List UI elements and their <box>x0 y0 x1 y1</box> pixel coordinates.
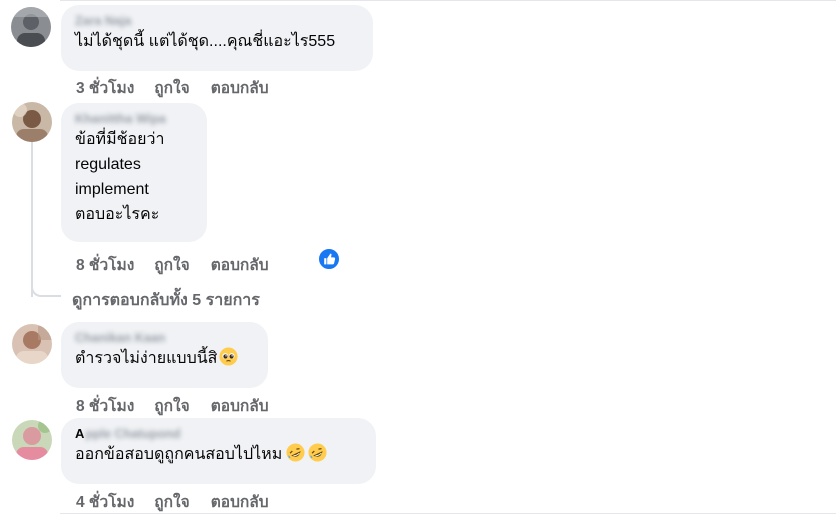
avatar[interactable] <box>12 420 52 460</box>
rofl-icon <box>286 443 305 462</box>
like-button[interactable]: ถูกใจ <box>154 252 189 277</box>
comment-text-body: ตำรวจไม่ง่ายแบบนี้สิ <box>75 350 218 367</box>
comment-timestamp[interactable]: 8 ชั่วโมง <box>76 252 134 277</box>
comment-actions: 8 ชั่วโมง ถูกใจ ตอบกลับ <box>76 252 289 277</box>
reply-button[interactable]: ตอบกลับ <box>211 489 269 514</box>
comment-timestamp[interactable]: 4 ชั่วโมง <box>76 489 134 514</box>
avatar[interactable] <box>12 324 52 364</box>
comment-author-row: A pple Chatupond <box>75 426 364 442</box>
comment-author-initial[interactable]: A <box>75 426 84 442</box>
comment-text: ออกข้อสอบดูถูกคนสอบไปไหม <box>75 442 364 467</box>
comment-author[interactable]: Chanikan Kaan <box>75 330 256 346</box>
comment-text-line: regulates <box>75 156 141 173</box>
comment-actions: 4 ชั่วโมง ถูกใจ ตอบกลับ <box>76 489 289 514</box>
rofl-icon <box>308 443 327 462</box>
comment-timestamp[interactable]: 3 ชั่วโมง <box>76 75 134 100</box>
divider-bottom <box>60 513 836 514</box>
comment-actions: 3 ชั่วโมง ถูกใจ ตอบกลับ <box>76 75 289 100</box>
comment-author[interactable]: pple Chatupond <box>85 426 180 442</box>
pleading-face-icon <box>219 347 238 366</box>
comment-timestamp[interactable]: 8 ชั่วโมง <box>76 393 134 418</box>
like-reaction-icon[interactable] <box>318 248 340 270</box>
reply-thread-hook <box>31 283 61 297</box>
comment-bubble: Zara Naja ไม่ได้ชุดนี้ แต่ได้ชุด....คุณช… <box>61 5 373 71</box>
comment-text-line: ข้อที่มีช้อยว่า <box>75 131 165 148</box>
reply-thread-line <box>31 142 33 297</box>
like-button[interactable]: ถูกใจ <box>154 489 189 514</box>
comment-bubble: Khanittha Wipa ข้อที่มีช้อยว่า regulates… <box>61 103 207 242</box>
avatar[interactable] <box>11 7 51 47</box>
like-button[interactable]: ถูกใจ <box>154 75 189 100</box>
avatar[interactable] <box>12 102 52 142</box>
like-button[interactable]: ถูกใจ <box>154 393 189 418</box>
comment-text-body: ออกข้อสอบดูถูกคนสอบไปไหม <box>75 446 283 463</box>
comment-text: ไม่ได้ชุดนี้ แต่ได้ชุด....คุณชี่แอะไร555 <box>75 33 336 50</box>
divider-top <box>60 0 836 1</box>
view-replies-link[interactable]: ดูการตอบกลับทั้ง 5 รายการ <box>72 288 260 313</box>
comment-author[interactable]: Zara Naja <box>75 13 361 29</box>
reply-button[interactable]: ตอบกลับ <box>211 393 269 418</box>
reply-button[interactable]: ตอบกลับ <box>211 75 269 100</box>
comment-text-line: ตอบอะไรคะ <box>75 206 160 223</box>
comment-author[interactable]: Khanittha Wipa <box>75 111 195 127</box>
comment-actions: 8 ชั่วโมง ถูกใจ ตอบกลับ <box>76 393 289 418</box>
comment-text: ตำรวจไม่ง่ายแบบนี้สิ <box>75 346 256 371</box>
comment-text-line: implement <box>75 181 149 198</box>
reply-button[interactable]: ตอบกลับ <box>211 252 269 277</box>
comment-bubble: Chanikan Kaan ตำรวจไม่ง่ายแบบนี้สิ <box>61 322 268 388</box>
comment-bubble: A pple Chatupond ออกข้อสอบดูถูกคนสอบไปไห… <box>61 418 376 484</box>
